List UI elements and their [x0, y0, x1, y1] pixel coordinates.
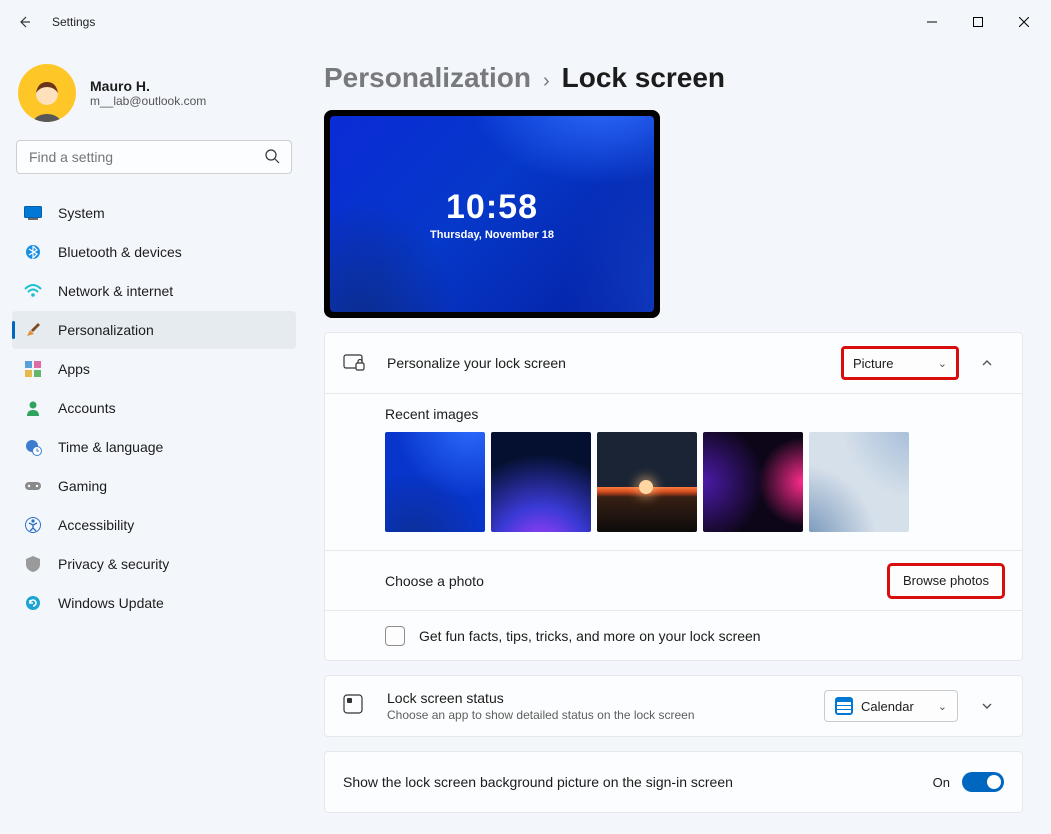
recent-image-thumb[interactable]	[385, 432, 485, 532]
sidebar-item-label: Time & language	[58, 439, 163, 455]
chevron-down-icon	[980, 699, 994, 713]
signin-background-toggle[interactable]	[962, 772, 1004, 792]
sidebar-item-update[interactable]: Windows Update	[12, 584, 296, 622]
expand-button[interactable]	[970, 689, 1004, 723]
window-title: Settings	[52, 15, 95, 29]
toggle-state-label: On	[933, 775, 950, 790]
sidebar-item-accounts[interactable]: Accounts	[12, 389, 296, 427]
sidebar-item-label: Personalization	[58, 322, 154, 338]
minimize-icon	[927, 17, 937, 27]
sidebar-nav: System Bluetooth & devices Network & int…	[8, 194, 300, 622]
sidebar-item-bluetooth[interactable]: Bluetooth & devices	[12, 233, 296, 271]
recent-image-thumb[interactable]	[491, 432, 591, 532]
accessibility-icon	[24, 516, 42, 534]
recent-images-row	[385, 432, 1004, 532]
chevron-down-icon: ⌄	[922, 700, 947, 713]
preview-time: 10:58	[446, 188, 538, 227]
title-bar: Settings	[0, 0, 1051, 44]
search-input[interactable]	[16, 140, 292, 174]
maximize-icon	[973, 17, 983, 27]
page-title: Lock screen	[562, 62, 725, 94]
personalize-title: Personalize your lock screen	[387, 355, 566, 371]
maximize-button[interactable]	[955, 6, 1001, 38]
main-content: Personalization › Lock screen 10:58 Thur…	[312, 44, 1051, 834]
profile-block[interactable]: Mauro H. m__lab@outlook.com	[8, 60, 300, 140]
status-subtitle: Choose an app to show detailed status on…	[387, 708, 695, 722]
fun-facts-label: Get fun facts, tips, tricks, and more on…	[419, 628, 761, 644]
system-icon	[24, 204, 42, 222]
profile-name: Mauro H.	[90, 78, 206, 94]
select-value: Picture	[853, 356, 893, 371]
sidebar-item-system[interactable]: System	[12, 194, 296, 232]
signin-background-label: Show the lock screen background picture …	[343, 774, 733, 790]
gamepad-icon	[24, 477, 42, 495]
status-app-select[interactable]: Calendar ⌄	[824, 690, 958, 722]
breadcrumb-root[interactable]: Personalization	[324, 62, 531, 94]
background-type-select[interactable]: Picture ⌄	[842, 347, 958, 379]
globe-clock-icon	[24, 438, 42, 456]
recent-image-thumb[interactable]	[703, 432, 803, 532]
signin-card: Show the lock screen background picture …	[324, 751, 1023, 813]
sidebar: Mauro H. m__lab@outlook.com System Bluet…	[0, 44, 312, 834]
personalize-card: Personalize your lock screen Picture ⌄ R…	[324, 332, 1023, 661]
minimize-button[interactable]	[909, 6, 955, 38]
sidebar-item-label: Windows Update	[58, 595, 164, 611]
update-icon	[24, 594, 42, 612]
lockscreen-preview: 10:58 Thursday, November 18	[324, 110, 660, 318]
browse-photos-button[interactable]: Browse photos	[888, 564, 1004, 598]
sidebar-item-label: Gaming	[58, 478, 107, 494]
avatar-icon	[22, 76, 72, 122]
expand-button[interactable]	[970, 346, 1004, 380]
chevron-down-icon: ⌄	[922, 357, 947, 370]
lockscreen-icon	[343, 354, 365, 372]
arrow-left-icon	[16, 14, 32, 30]
wifi-icon	[24, 282, 42, 300]
sidebar-item-personalization[interactable]: Personalization	[12, 311, 296, 349]
chevron-up-icon	[980, 356, 994, 370]
status-title: Lock screen status	[387, 690, 695, 706]
sidebar-item-time[interactable]: Time & language	[12, 428, 296, 466]
status-icon	[343, 694, 365, 719]
select-value: Calendar	[861, 699, 914, 714]
bluetooth-icon	[24, 243, 42, 261]
sidebar-item-label: Accounts	[58, 400, 116, 416]
status-card: Lock screen status Choose an app to show…	[324, 675, 1023, 737]
choose-photo-label: Choose a photo	[385, 573, 484, 589]
sidebar-item-label: Apps	[58, 361, 90, 377]
sidebar-item-label: Accessibility	[58, 517, 134, 533]
profile-email: m__lab@outlook.com	[90, 94, 206, 108]
chevron-right-icon: ›	[543, 70, 550, 93]
back-button[interactable]	[4, 2, 44, 42]
recent-image-thumb[interactable]	[809, 432, 909, 532]
sidebar-item-network[interactable]: Network & internet	[12, 272, 296, 310]
sidebar-item-accessibility[interactable]: Accessibility	[12, 506, 296, 544]
apps-icon	[24, 360, 42, 378]
close-icon	[1019, 17, 1029, 27]
avatar	[18, 64, 76, 122]
sidebar-item-label: System	[58, 205, 105, 221]
sidebar-item-label: Bluetooth & devices	[58, 244, 182, 260]
sidebar-item-gaming[interactable]: Gaming	[12, 467, 296, 505]
recent-image-thumb[interactable]	[597, 432, 697, 532]
preview-date: Thursday, November 18	[430, 229, 554, 241]
fun-facts-checkbox[interactable]	[385, 626, 405, 646]
sidebar-item-privacy[interactable]: Privacy & security	[12, 545, 296, 583]
shield-icon	[24, 555, 42, 573]
sidebar-item-label: Network & internet	[58, 283, 173, 299]
calendar-icon	[835, 697, 853, 715]
sidebar-item-label: Privacy & security	[58, 556, 169, 572]
sidebar-item-apps[interactable]: Apps	[12, 350, 296, 388]
breadcrumb: Personalization › Lock screen	[324, 62, 1023, 94]
paintbrush-icon	[24, 321, 42, 339]
person-icon	[24, 399, 42, 417]
close-button[interactable]	[1001, 6, 1047, 38]
recent-images-label: Recent images	[385, 406, 1004, 422]
